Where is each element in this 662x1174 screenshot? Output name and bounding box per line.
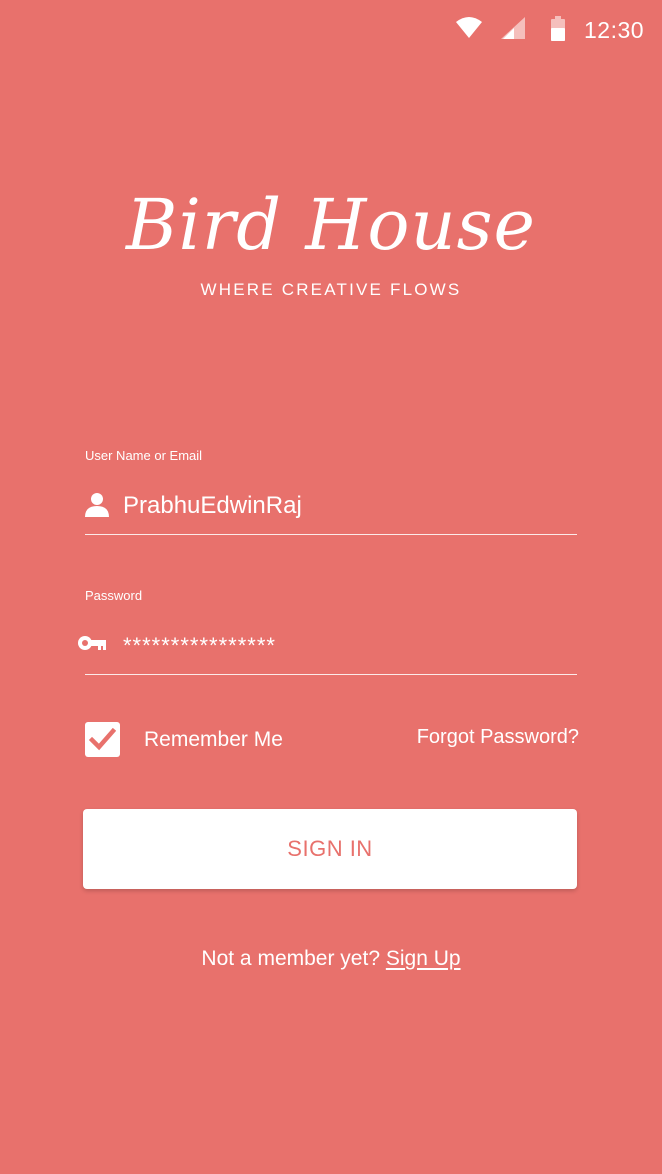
wifi-icon bbox=[455, 16, 483, 45]
username-label: User Name or Email bbox=[85, 448, 203, 463]
remember-me-label[interactable]: Remember Me bbox=[144, 728, 283, 752]
brand-tagline: WHERE CREATIVE FLOWS bbox=[200, 280, 462, 299]
signup-prompt-text: Not a member yet? bbox=[201, 947, 380, 970]
person-icon bbox=[85, 492, 109, 523]
sign-in-button[interactable]: SIGN IN bbox=[83, 809, 577, 889]
brand-title: Bird House bbox=[126, 184, 536, 266]
forgot-password-link[interactable]: Forgot Password? bbox=[417, 726, 579, 749]
status-bar: 12:30 bbox=[0, 0, 662, 60]
status-time: 12:30 bbox=[584, 17, 645, 43]
password-input[interactable] bbox=[123, 627, 563, 665]
battery-icon bbox=[550, 16, 566, 47]
remember-me-checkbox[interactable] bbox=[85, 722, 120, 757]
signup-prompt: Not a member yet? Sign Up bbox=[0, 947, 662, 971]
brand-logo: Bird House WHERE CREATIVE FLOWS bbox=[0, 180, 662, 300]
key-icon bbox=[77, 634, 107, 657]
username-input[interactable] bbox=[123, 487, 563, 525]
sign-up-link[interactable]: Sign Up bbox=[386, 947, 461, 970]
username-field bbox=[85, 484, 577, 535]
cellular-signal-icon bbox=[500, 16, 526, 45]
password-field bbox=[78, 624, 577, 675]
password-label: Password bbox=[85, 588, 143, 603]
checkmark-icon bbox=[89, 727, 116, 751]
login-screen: 12:30 Bird House WHERE CREATIVE FLOWS Us… bbox=[0, 0, 662, 1174]
